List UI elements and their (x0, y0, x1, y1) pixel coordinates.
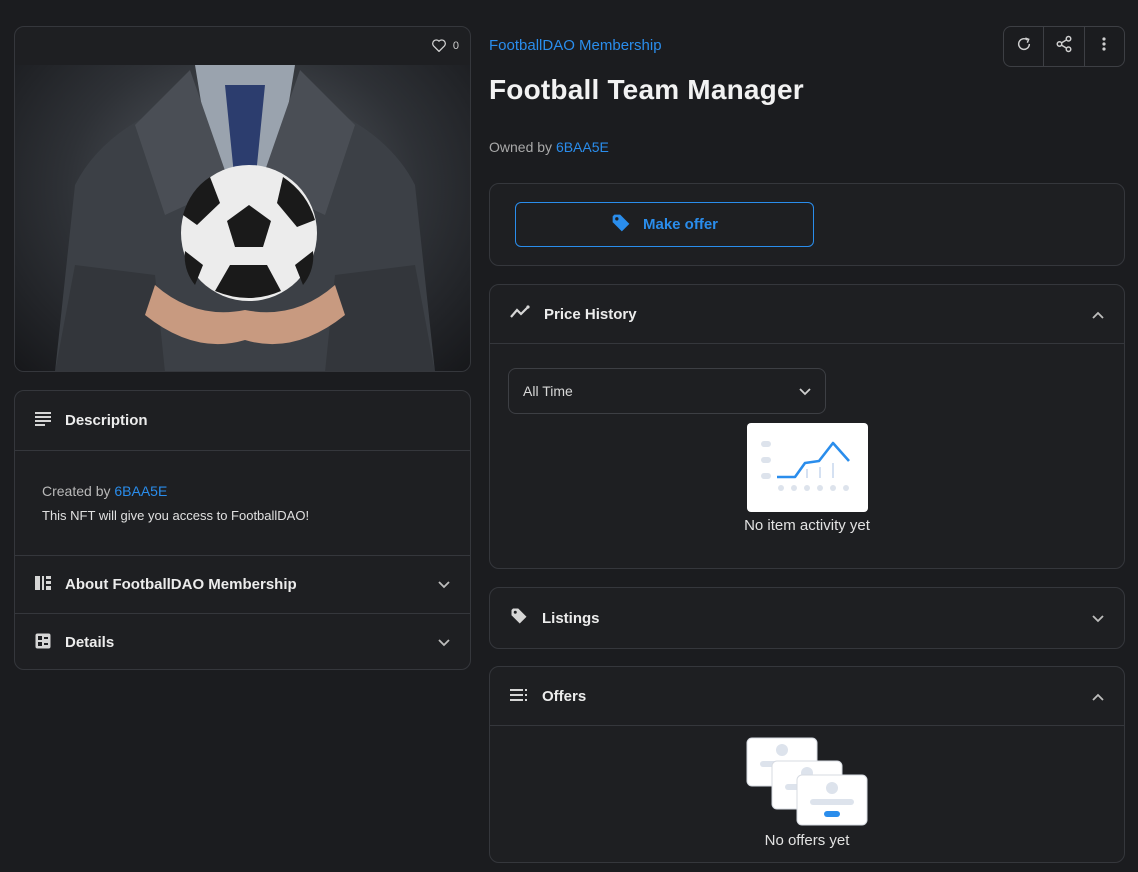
nft-media-card: 0 (14, 26, 471, 372)
offer-panel: Make offer (489, 183, 1125, 266)
chevron-down-icon[interactable] (438, 634, 450, 651)
lines-icon (35, 411, 51, 430)
owned-by-label: Owned by (489, 139, 553, 155)
description-text: This NFT will give you access to Footbal… (42, 508, 310, 523)
created-by-line: Created by 6BAA5E (42, 483, 443, 499)
created-by-label: Created by (42, 483, 111, 499)
refresh-button[interactable] (1004, 27, 1045, 66)
chevron-down-icon[interactable] (438, 576, 450, 593)
book-icon (35, 575, 51, 594)
offers-header[interactable]: Offers (490, 667, 1124, 725)
lines-icon (510, 688, 528, 705)
price-history-panel: Price History All Time No item activity … (489, 284, 1125, 569)
tag-icon (510, 607, 528, 629)
tag-icon (611, 213, 631, 237)
make-offer-button[interactable]: Make offer (515, 202, 814, 247)
chevron-down-icon[interactable] (1092, 610, 1104, 627)
creator-link[interactable]: 6BAA5E (114, 483, 167, 499)
share-button[interactable] (1044, 27, 1085, 66)
empty-chart-illustration (747, 423, 868, 512)
nft-image[interactable] (15, 65, 470, 371)
heart-icon[interactable] (431, 38, 447, 55)
share-icon (1055, 35, 1073, 58)
more-vertical-icon (1102, 37, 1106, 56)
chevron-down-icon (799, 383, 811, 399)
offers-title: Offers (542, 687, 587, 705)
media-toolbar: 0 (15, 27, 470, 65)
price-empty-text: No item activity yet (744, 517, 870, 534)
about-title: About FootballDAO Membership (65, 576, 297, 593)
details-header[interactable]: Details (15, 614, 470, 671)
listings-panel: Listings (489, 587, 1125, 649)
offers-panel: Offers No offers yet (489, 666, 1125, 863)
time-range-select[interactable]: All Time (508, 368, 826, 414)
description-header[interactable]: Description (15, 391, 470, 450)
listings-title: Listings (542, 609, 600, 627)
about-header[interactable]: About FootballDAO Membership (15, 556, 470, 613)
price-history-header[interactable]: Price History (490, 285, 1124, 343)
chevron-up-icon[interactable] (1092, 306, 1104, 323)
listings-header[interactable]: Listings (490, 588, 1124, 648)
item-actions (1003, 26, 1125, 67)
offers-empty-text: No offers yet (764, 832, 850, 849)
like-count: 0 (452, 40, 459, 52)
empty-offers-illustration (746, 737, 870, 829)
trend-icon (510, 305, 530, 323)
price-history-title: Price History (544, 305, 637, 323)
description-title: Description (65, 412, 148, 429)
more-button[interactable] (1085, 27, 1124, 66)
description-panel: Description Created by 6BAA5E This NFT w… (14, 390, 471, 670)
collection-link[interactable]: FootballDAO Membership (489, 37, 662, 54)
item-title: Football Team Manager (489, 74, 804, 105)
owner-line: Owned by 6BAA5E (489, 139, 609, 155)
make-offer-label: Make offer (642, 216, 719, 233)
details-icon (35, 633, 51, 653)
chevron-up-icon[interactable] (1092, 688, 1104, 705)
refresh-icon (1016, 36, 1032, 57)
owner-link[interactable]: 6BAA5E (556, 139, 609, 155)
description-body: Created by 6BAA5E This NFT will give you… (15, 451, 470, 555)
time-range-value: All Time (523, 383, 573, 399)
details-title: Details (65, 634, 115, 651)
